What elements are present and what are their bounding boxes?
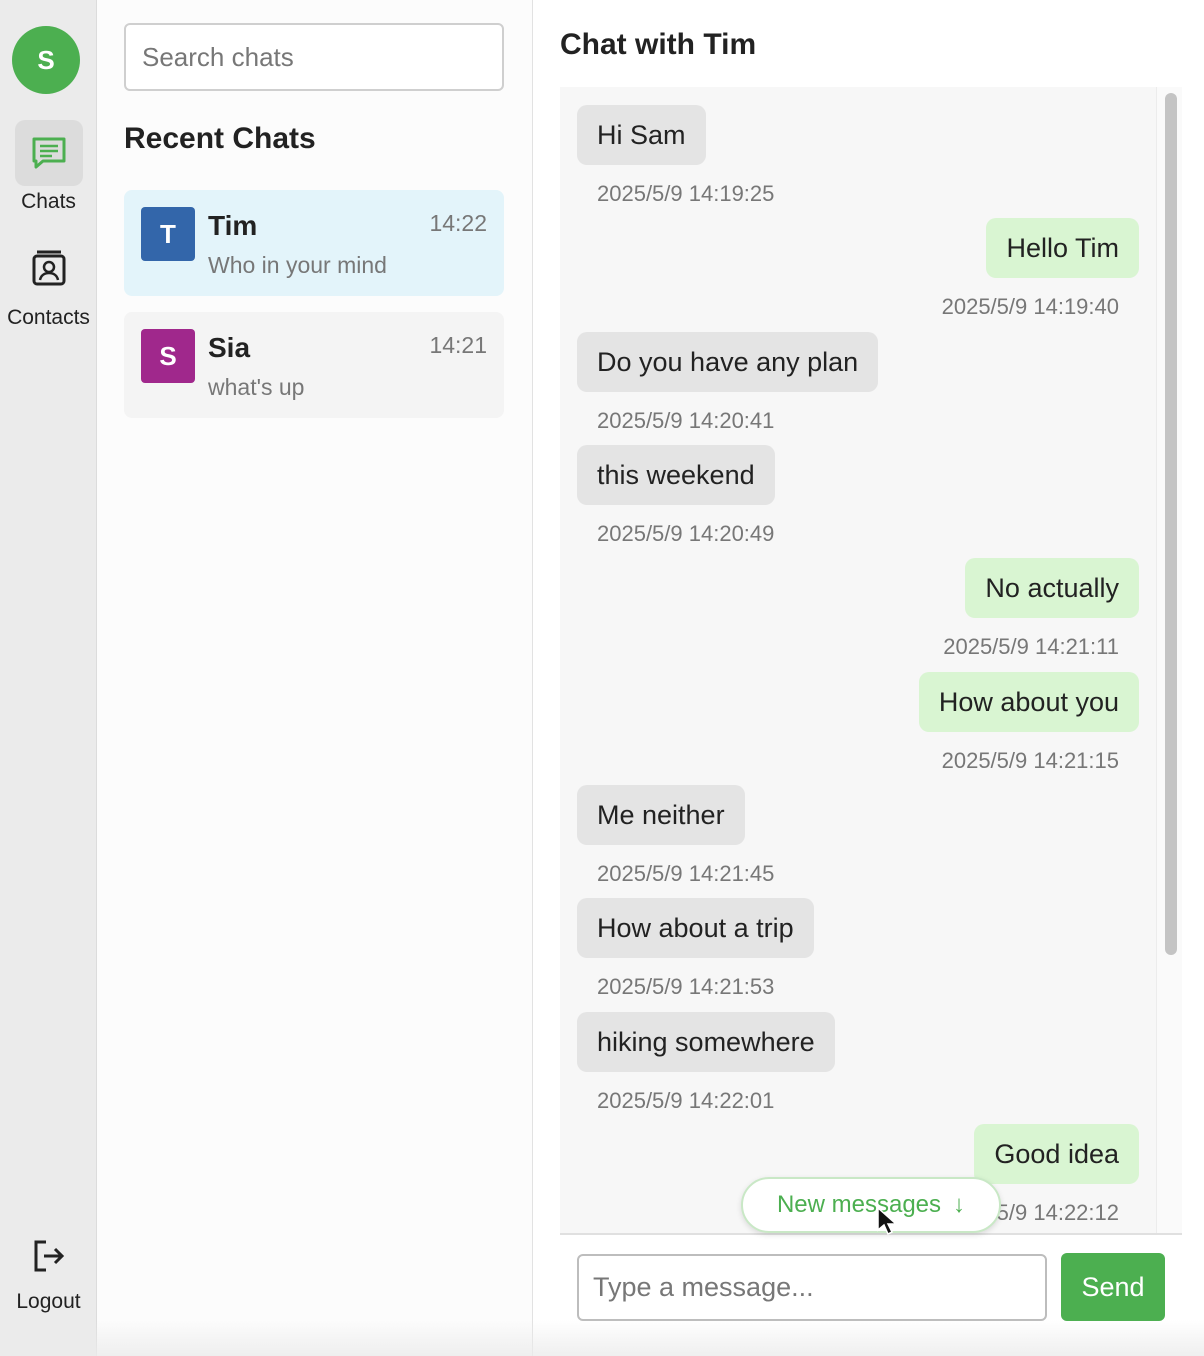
message-outgoing: How about you 2025/5/9 14:21:15 [918,672,1139,774]
scrollbar-thumb[interactable] [1165,93,1177,955]
message-incoming: Hi Sam 2025/5/9 14:19:25 [577,105,774,207]
message-incoming: this weekend 2025/5/9 14:20:49 [577,445,775,547]
nav-contacts-label: Contacts [7,306,90,329]
chat-app: S Chats Contacts Logout Search chats Rec… [0,0,1204,1356]
logout-button[interactable]: Logout [0,1226,97,1314]
message-timestamp: 2025/5/9 14:20:41 [597,408,775,433]
message-bubble: Hello Tim [986,218,1139,278]
message-input[interactable] [577,1254,1047,1321]
conversation-title: Chat with Tim [560,28,757,61]
nav-rail: S Chats Contacts Logout [0,0,97,1356]
nav-contacts[interactable]: Contacts [0,236,97,330]
nav-chats[interactable]: Chats [0,120,97,214]
chat-name: Sia [208,332,251,363]
message-bubble: Do you have any plan [577,332,879,392]
message-timestamp: 2025/5/9 14:22:01 [597,1088,775,1113]
message-timestamp: 2025/5/9 14:20:49 [597,521,775,546]
message-incoming: How about a trip 2025/5/9 14:21:53 [577,898,814,1000]
contact-card-icon [15,236,83,302]
message-incoming: Me neither 2025/5/9 14:21:45 [577,785,774,887]
user-avatar-initial: S [37,44,55,75]
message-list[interactable]: Hi Sam 2025/5/9 14:19:25 Hello Tim 2025/… [560,87,1182,1235]
message-bubble: No actually [965,558,1139,618]
logout-label: Logout [16,1290,81,1313]
mouse-cursor-icon [877,1206,898,1236]
recent-chats-title: Recent Chats [124,122,316,155]
send-button[interactable]: Send [1061,1253,1165,1321]
message-bubble: this weekend [577,445,775,505]
chat-time: 14:22 [429,210,487,236]
message-bubble: hiking somewhere [577,1012,835,1072]
message-bubble: Good idea [974,1124,1139,1184]
chat-list-panel: Recent Chats T Tim 14:22 Who in your min… [97,0,533,1356]
message-bubble: How about you [918,672,1139,732]
avatar: S [141,329,195,383]
message-timestamp: 2025/5/9 14:19:25 [597,181,775,206]
message-bubble: How about a trip [577,898,814,958]
arrow-down-icon: ↓ [953,1191,966,1218]
message-outgoing: Hello Tim 2025/5/9 14:19:40 [942,218,1139,320]
message-timestamp: 2025/5/9 14:21:11 [943,634,1119,659]
chat-preview: what's up [208,374,305,400]
chat-bubble-icon [14,120,83,186]
chat-preview: Who in your mind [208,252,387,278]
message-timestamp: 2025/5/9 14:21:15 [941,748,1119,773]
message-timestamp: 2025/5/9 14:21:45 [597,861,775,886]
message-bubble: Me neither [577,785,745,845]
message-timestamp: 2025/5/9 14:21:53 [597,974,775,999]
nav-chats-label: Chats [21,190,76,213]
new-messages-button[interactable]: New messages ↓ [741,1177,1001,1233]
search-input[interactable] [124,23,504,91]
logout-icon [15,1226,83,1286]
message-outgoing: No actually 2025/5/9 14:21:11 [943,558,1139,660]
message-bubble: Hi Sam [577,105,706,165]
chat-list-item[interactable]: S Sia 14:21 what's up [124,312,504,418]
chat-time: 14:21 [429,332,487,358]
chat-name: Tim [208,210,258,241]
message-incoming: Do you have any plan 2025/5/9 14:20:41 [577,332,879,434]
message-timestamp: 2025/5/9 14:19:40 [941,294,1119,319]
message-incoming: hiking somewhere 2025/5/9 14:22:01 [577,1012,835,1114]
chat-list-item[interactable]: T Tim 14:22 Who in your mind [124,190,504,296]
avatar: T [141,207,195,261]
user-avatar[interactable]: S [12,26,80,94]
new-messages-label: New messages [776,1191,942,1218]
message-scrollbar[interactable] [1156,87,1182,1233]
